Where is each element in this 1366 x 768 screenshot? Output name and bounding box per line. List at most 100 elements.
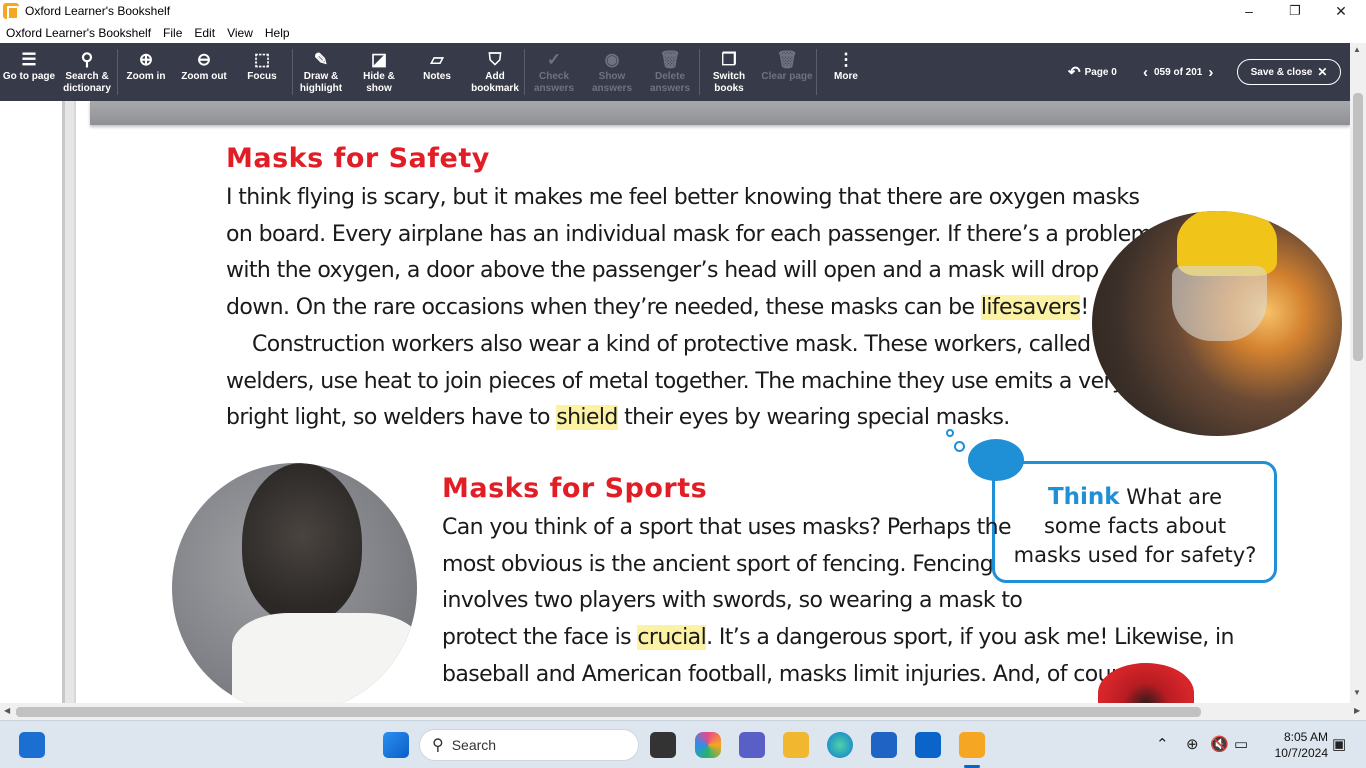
task-view-icon[interactable]	[650, 732, 676, 758]
menu-bar: Oxford Learner's Bookshelf File Edit Vie…	[0, 22, 1366, 43]
taskbar-search[interactable]: ⚲ Search	[419, 729, 639, 761]
list-icon: ☰	[21, 50, 37, 69]
close-window-button[interactable]: ✕	[1318, 0, 1364, 22]
clear-page-button[interactable]: 🗑 Clear page	[760, 43, 814, 101]
show-answers-button[interactable]: ◉ Show answers	[588, 43, 636, 101]
scroll-down-arrow-icon[interactable]: ▼	[1353, 688, 1361, 697]
page-navigator: ‹ 059 of 201 ›	[1143, 43, 1213, 101]
start-windows-icon[interactable]	[383, 732, 409, 758]
switch-books-button[interactable]: ❐ Switch books	[706, 43, 752, 101]
previous-page-button[interactable]: ‹	[1143, 64, 1148, 81]
body-text-line: involves two players with swords, so wea…	[442, 588, 1023, 613]
close-icon: ✕	[1317, 65, 1328, 79]
bookmark-icon: ⛉	[488, 50, 502, 69]
toolbar-divider	[699, 49, 700, 95]
books-icon: ❐	[721, 50, 737, 69]
note-icon: ▱	[430, 50, 444, 69]
maximize-button[interactable]: ❐	[1272, 0, 1318, 22]
go-to-page-button[interactable]: ☰ Go to page	[2, 43, 56, 101]
network-icon[interactable]: ⊕	[1186, 735, 1199, 753]
focus-icon: ⬚	[253, 50, 271, 69]
microsoft-store-icon[interactable]	[871, 732, 897, 758]
scroll-left-arrow-icon[interactable]: ◀	[4, 706, 10, 715]
trash-icon: 🗑	[659, 50, 681, 69]
notes-button[interactable]: ▱ Notes	[414, 43, 460, 101]
highlighted-word[interactable]: shield	[556, 405, 618, 430]
fencing-jacket	[232, 613, 417, 703]
back-arrow-icon: ↶	[1068, 64, 1081, 81]
vertical-scroll-thumb[interactable]	[1353, 93, 1363, 361]
menu-edit[interactable]: Edit	[188, 26, 221, 40]
widgets-icon[interactable]	[19, 732, 45, 758]
volume-muted-icon[interactable]: 🔇	[1210, 735, 1229, 753]
check-icon: ✓	[546, 50, 562, 69]
menu-app[interactable]: Oxford Learner's Bookshelf	[0, 26, 157, 40]
highlighted-word[interactable]: lifesavers	[980, 295, 1081, 320]
vertical-scrollbar[interactable]: ▲ ▼	[1350, 43, 1366, 703]
notification-icon[interactable]: ▣	[1332, 735, 1346, 753]
scroll-up-arrow-icon[interactable]: ▲	[1353, 45, 1361, 54]
oxford-bookshelf-app-icon[interactable]	[959, 732, 985, 758]
system-clock[interactable]: 8:05 AM 10/7/2024	[1262, 729, 1328, 761]
menu-file[interactable]: File	[157, 26, 188, 40]
draw-highlight-button[interactable]: ✎ Draw & highlight	[296, 43, 346, 101]
body-text-line: I think flying is scary, but it makes me…	[226, 185, 1140, 210]
body-text-line: on board. Every airplane has an individu…	[226, 222, 1152, 247]
page-header-band	[90, 101, 1350, 125]
save-close-button[interactable]: Save & close ✕	[1237, 59, 1341, 85]
heading-masks-for-safety: Masks for Safety	[226, 143, 490, 174]
toolbar: ☰ Go to page ⚲ Search & dictionary ⊕ Zoo…	[0, 43, 1350, 101]
page-indicator[interactable]: 059 of 201	[1154, 67, 1202, 78]
toolbar-divider	[292, 49, 293, 95]
delete-answers-button[interactable]: 🗑 Delete answers	[646, 43, 694, 101]
book-page: Masks for Safety I think flying is scary…	[90, 101, 1350, 703]
zoom-in-button[interactable]: ⊕ Zoom in	[121, 43, 171, 101]
check-answers-button[interactable]: ✓ Check answers	[530, 43, 578, 101]
hide-show-icon: ◪	[370, 50, 388, 69]
eye-icon: ◉	[604, 50, 620, 69]
body-text-line: Can you think of a sport that uses masks…	[442, 515, 1012, 540]
horizontal-scroll-thumb[interactable]	[16, 707, 1201, 717]
highlighted-word[interactable]: crucial	[637, 625, 707, 650]
body-text-line: with the oxygen, a door above the passen…	[226, 258, 1099, 283]
horizontal-scrollbar[interactable]: ◀ ▶	[0, 703, 1366, 720]
edge-browser-icon[interactable]	[827, 732, 853, 758]
body-text-line: down. On the rare occasions when they’re…	[226, 295, 1089, 320]
search-dictionary-button[interactable]: ⚲ Search & dictionary	[60, 43, 114, 101]
more-dots-icon: ⋮	[837, 50, 855, 69]
window-title: Oxford Learner's Bookshelf	[25, 4, 171, 18]
trash-icon: 🗑	[776, 50, 798, 69]
hide-show-button[interactable]: ◪ Hide & show	[356, 43, 402, 101]
battery-icon[interactable]: ▭	[1234, 735, 1248, 753]
next-page-button[interactable]: ›	[1208, 64, 1213, 81]
zoom-in-icon: ⊕	[138, 50, 154, 69]
zoom-out-button[interactable]: ⊖ Zoom out	[177, 43, 231, 101]
add-bookmark-button[interactable]: ⛉ Add bookmark	[470, 43, 520, 101]
menu-view[interactable]: View	[221, 26, 259, 40]
search-icon: ⚲	[432, 737, 444, 754]
welder-photo	[1092, 211, 1342, 436]
body-text-line: Construction workers also wear a kind of…	[252, 332, 1091, 357]
thought-dot	[954, 441, 965, 452]
chevron-up-icon[interactable]: ⌃	[1156, 735, 1169, 753]
body-text-line: welders, use heat to join pieces of meta…	[226, 369, 1125, 394]
body-text-line: most obvious is the ancient sport of fen…	[442, 552, 994, 577]
mail-icon[interactable]	[915, 732, 941, 758]
thought-dot	[946, 429, 954, 437]
focus-button[interactable]: ⬚ Focus	[240, 43, 284, 101]
teams-icon[interactable]	[739, 732, 765, 758]
minimize-button[interactable]: –	[1226, 0, 1272, 22]
body-text-line: baseball and American football, masks li…	[442, 662, 1150, 687]
copilot-icon[interactable]	[695, 732, 721, 758]
toolbar-divider	[524, 49, 525, 95]
book-viewport[interactable]: Masks for Safety I think flying is scary…	[0, 101, 1350, 703]
more-button[interactable]: ⋮ More	[824, 43, 868, 101]
menu-help[interactable]: Help	[259, 26, 296, 40]
scroll-right-arrow-icon[interactable]: ▶	[1354, 706, 1360, 715]
fencing-mask	[242, 463, 362, 623]
zoom-out-icon: ⊖	[196, 50, 212, 69]
page-back-button[interactable]: ↶ Page 0	[1068, 43, 1117, 101]
file-explorer-icon[interactable]	[783, 732, 809, 758]
title-bar: Oxford Learner's Bookshelf – ❐ ✕	[0, 0, 1366, 22]
search-icon: ⚲	[80, 50, 94, 69]
